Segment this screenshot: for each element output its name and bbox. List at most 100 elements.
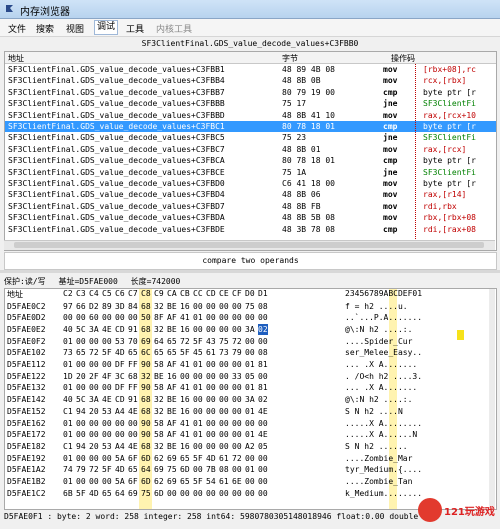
hex-byte[interactable]: 70 xyxy=(128,336,138,347)
hex-byte[interactable]: 41 xyxy=(180,429,190,440)
hex-byte[interactable]: 33 xyxy=(232,371,242,382)
hex-byte[interactable]: 5C xyxy=(76,394,86,405)
disasm-horizontal-scrollbar[interactable] xyxy=(4,240,495,250)
hex-byte[interactable]: 3A xyxy=(245,394,255,405)
hex-byte[interactable]: 01 xyxy=(193,429,203,440)
hex-byte[interactable]: 69 xyxy=(167,476,177,487)
disasm-row[interactable]: SF3ClientFinal.GDS_value_decode_values+C… xyxy=(5,132,496,143)
hex-byte[interactable]: 4E xyxy=(128,441,138,452)
hex-byte[interactable]: 00 xyxy=(206,488,216,499)
hex-byte[interactable]: 72 xyxy=(89,464,99,475)
hex-byte[interactable]: 00 xyxy=(102,382,112,393)
hex-byte[interactable]: 2F xyxy=(89,371,99,382)
hex-byte[interactable]: AF xyxy=(167,312,177,323)
hex-byte[interactable]: 00 xyxy=(89,429,99,440)
hex-byte[interactable]: 40 xyxy=(63,394,73,405)
hex-byte[interactable]: 00 xyxy=(206,406,216,417)
hex-byte[interactable]: FF xyxy=(128,382,138,393)
hex-byte[interactable]: 01 xyxy=(63,429,73,440)
hex-byte[interactable]: 68 xyxy=(141,324,151,335)
hex-byte[interactable]: 01 xyxy=(63,453,73,464)
hex-byte[interactable]: 43 xyxy=(206,336,216,347)
hex-byte[interactable]: 00 xyxy=(128,312,138,323)
hex-byte[interactable]: 00 xyxy=(258,371,268,382)
hex-byte[interactable]: 00 xyxy=(219,301,229,312)
hex-byte[interactable]: 6F xyxy=(128,453,138,464)
hex-byte[interactable]: 68 xyxy=(141,406,151,417)
hex-byte[interactable]: 65 xyxy=(128,347,138,358)
hex-byte[interactable]: 75 xyxy=(141,488,151,499)
hex-byte[interactable]: 00 xyxy=(63,312,73,323)
hex-byte[interactable]: 4D xyxy=(206,453,216,464)
hex-byte[interactable]: 00 xyxy=(76,359,86,370)
hex-byte[interactable]: 58 xyxy=(154,382,164,393)
hex-byte[interactable]: 61 xyxy=(219,453,229,464)
hex-byte[interactable]: 69 xyxy=(141,336,151,347)
hex-byte[interactable]: 79 xyxy=(76,464,86,475)
hex-byte[interactable]: 3A xyxy=(89,394,99,405)
hex-byte[interactable]: 4D xyxy=(115,347,125,358)
hex-byte[interactable]: BE xyxy=(154,371,164,382)
hex-byte[interactable]: 54 xyxy=(206,476,216,487)
hex-byte[interactable]: 41 xyxy=(180,382,190,393)
hex-byte[interactable]: 01 xyxy=(193,382,203,393)
hex-byte[interactable]: D2 xyxy=(89,301,99,312)
hex-byte[interactable]: 00 xyxy=(115,429,125,440)
col-header-opcode[interactable]: 操作码 xyxy=(391,53,415,64)
hex-byte[interactable]: 32 xyxy=(141,371,151,382)
hex-byte[interactable]: DF xyxy=(115,359,125,370)
hex-byte[interactable]: 6D xyxy=(180,464,190,475)
hex-byte[interactable]: 5F xyxy=(193,476,203,487)
hex-byte[interactable]: 81 xyxy=(258,359,268,370)
hex-byte[interactable]: 02 xyxy=(258,394,268,405)
hex-byte[interactable]: AF xyxy=(167,429,177,440)
hex-byte[interactable]: 20 xyxy=(89,441,99,452)
hex-byte[interactable]: 5F xyxy=(102,347,112,358)
disasm-row[interactable]: SF3ClientFinal.GDS_value_decode_values+C… xyxy=(5,201,496,212)
hex-byte[interactable]: 68 xyxy=(128,371,138,382)
hex-byte[interactable]: FF xyxy=(128,359,138,370)
hex-byte[interactable]: 75 xyxy=(245,301,255,312)
hex-byte[interactable]: 00 xyxy=(232,464,242,475)
hex-byte[interactable]: 01 xyxy=(245,359,255,370)
hex-byte[interactable]: 79 xyxy=(232,347,242,358)
hex-byte[interactable]: 3D xyxy=(115,301,125,312)
hex-byte[interactable]: 00 xyxy=(232,406,242,417)
hex-byte[interactable]: 16 xyxy=(180,441,190,452)
hex-byte[interactable]: 01 xyxy=(193,418,203,429)
hex-byte[interactable]: 68 xyxy=(141,441,151,452)
hex-byte[interactable]: 00 xyxy=(219,406,229,417)
hex-byte[interactable]: 00 xyxy=(89,336,99,347)
hex-byte[interactable]: 73 xyxy=(63,347,73,358)
hex-byte[interactable]: 16 xyxy=(180,394,190,405)
hex-byte[interactable]: 00 xyxy=(76,476,86,487)
hex-byte[interactable]: 58 xyxy=(154,359,164,370)
hex-byte[interactable]: 00 xyxy=(206,324,216,335)
hex-byte[interactable]: 72 xyxy=(89,347,99,358)
hex-byte[interactable]: 16 xyxy=(180,406,190,417)
menu-debug[interactable]: 调试 xyxy=(94,20,119,35)
hex-byte[interactable]: 73 xyxy=(219,347,229,358)
hex-byte[interactable]: BE xyxy=(167,394,177,405)
hex-byte[interactable]: 08 xyxy=(219,464,229,475)
hex-byte[interactable]: 01 xyxy=(245,406,255,417)
hex-byte[interactable]: 00 xyxy=(128,429,138,440)
hex-byte[interactable]: 00 xyxy=(232,301,242,312)
hex-byte[interactable]: 00 xyxy=(232,441,242,452)
scrollbar-thumb[interactable] xyxy=(14,242,484,248)
hex-byte[interactable]: 6B xyxy=(63,488,73,499)
hex-byte[interactable]: BE xyxy=(167,301,177,312)
hex-byte[interactable]: 3C xyxy=(115,371,125,382)
hex-byte[interactable]: 6D xyxy=(141,476,151,487)
hex-byte[interactable]: 00 xyxy=(206,312,216,323)
hex-byte[interactable]: 32 xyxy=(154,394,164,405)
hex-byte[interactable]: 4E xyxy=(258,429,268,440)
hex-byte[interactable]: 05 xyxy=(245,371,255,382)
hex-byte[interactable]: 05 xyxy=(258,441,268,452)
hex-byte[interactable]: 53 xyxy=(102,441,112,452)
hex-byte[interactable]: 00 xyxy=(193,406,203,417)
hex-byte[interactable]: 00 xyxy=(232,488,242,499)
hex-byte[interactable]: 6E xyxy=(232,476,242,487)
hex-byte[interactable]: 90 xyxy=(141,382,151,393)
hex-byte[interactable]: 32 xyxy=(154,301,164,312)
